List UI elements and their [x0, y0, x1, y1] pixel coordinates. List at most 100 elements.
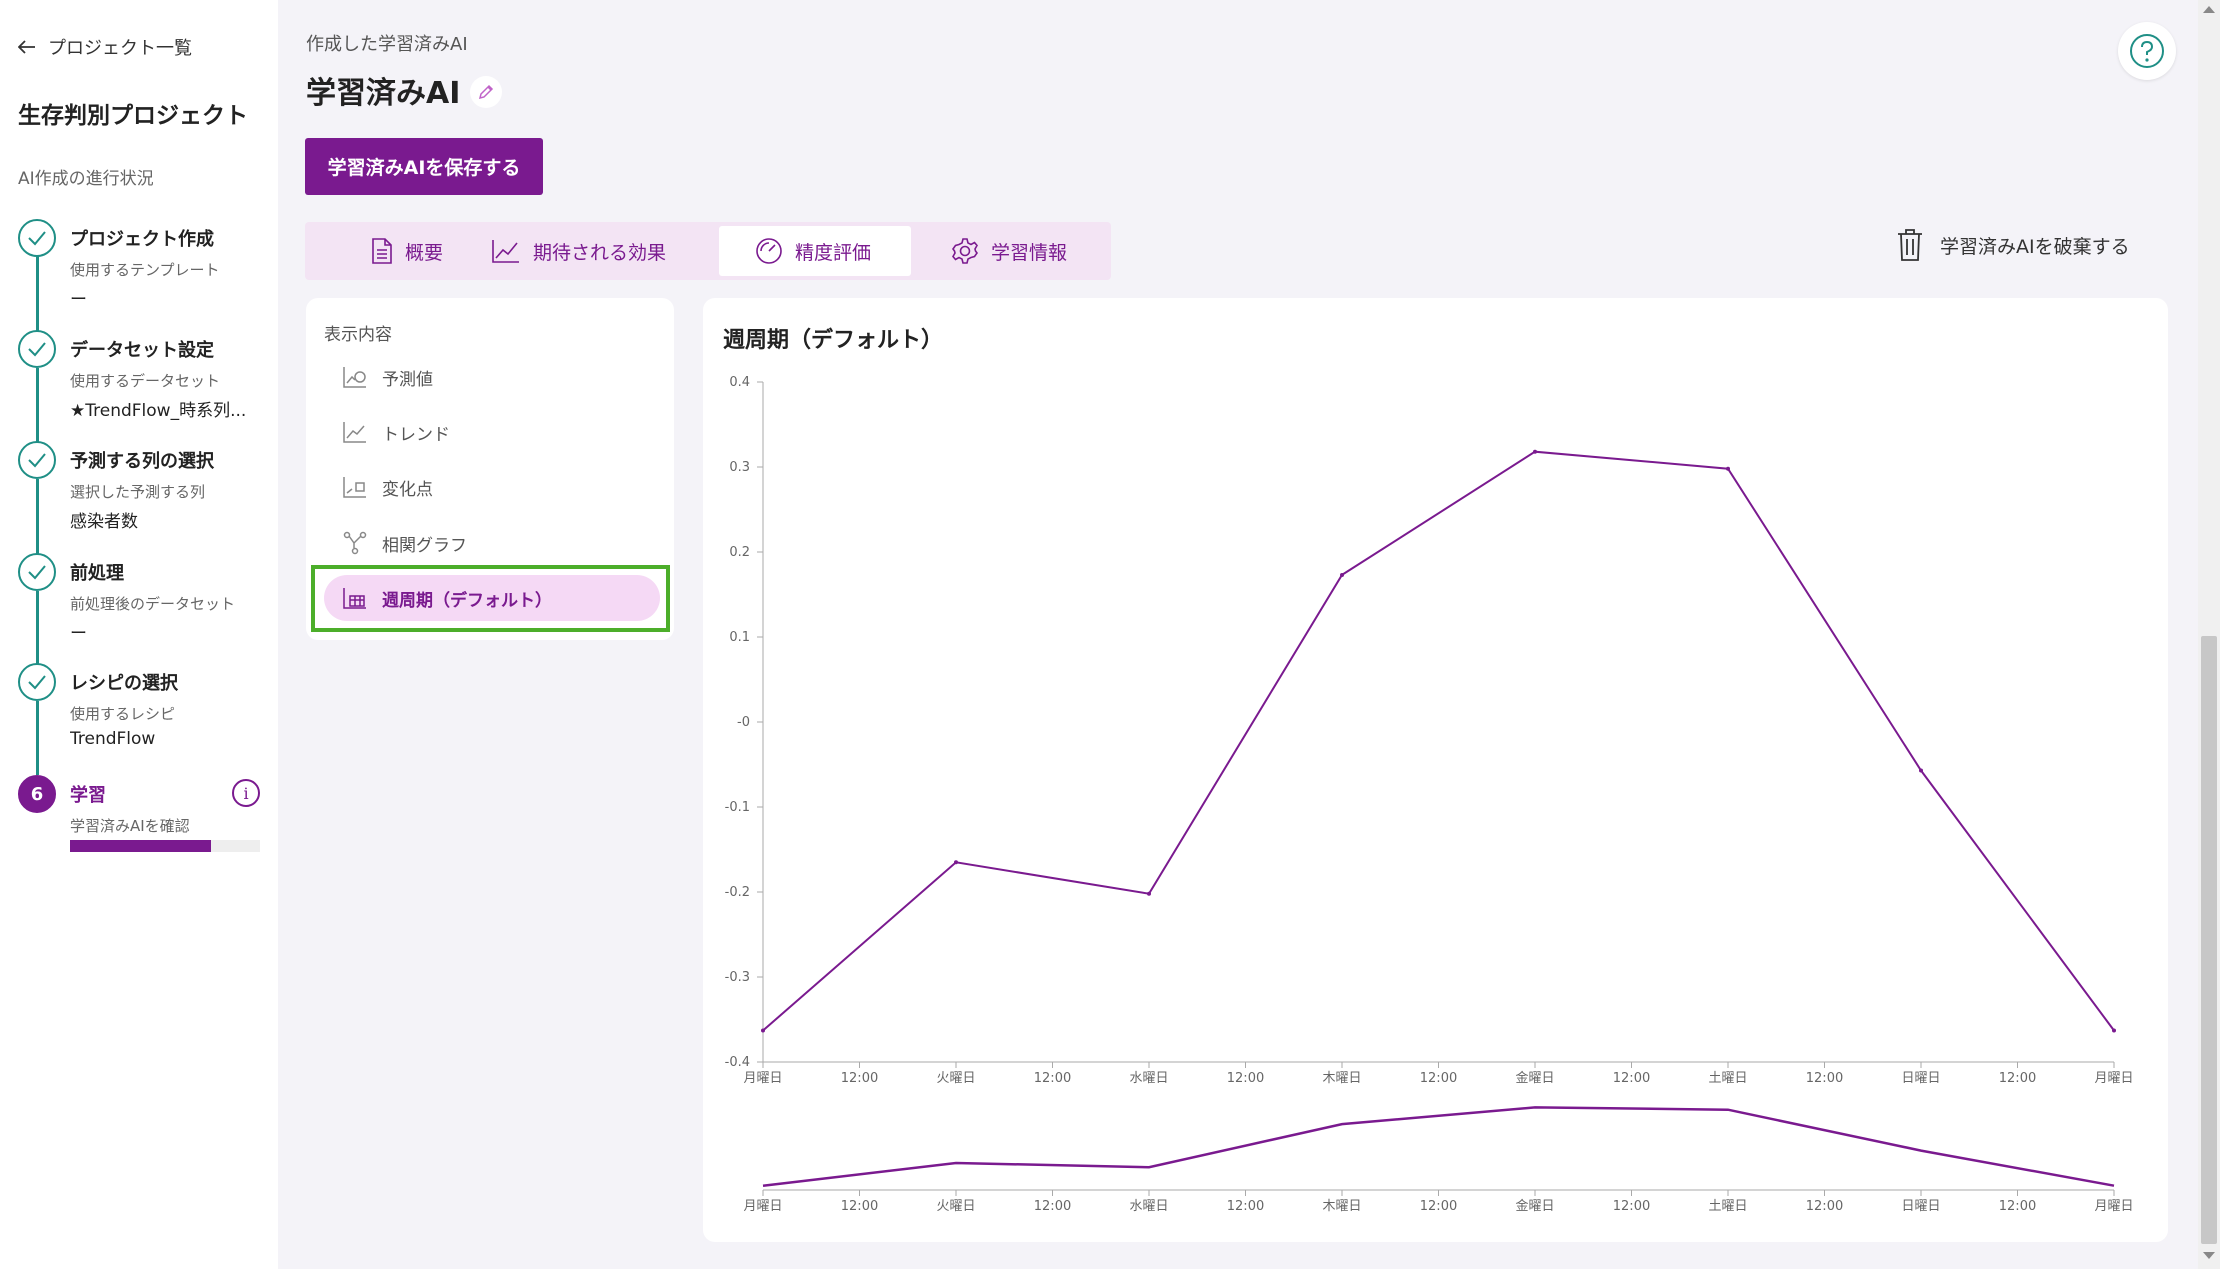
- data-point: [1340, 572, 1344, 577]
- option-label: 相関グラフ: [382, 535, 467, 556]
- selection-highlight-frame: [311, 565, 670, 632]
- option-change-points[interactable]: 変化点: [324, 464, 658, 510]
- x-tick-label: 12:00: [1227, 1071, 1264, 1086]
- x-tick-label-overview: 月曜日: [743, 1199, 782, 1214]
- data-point: [1919, 768, 1923, 773]
- step-project-creation[interactable]: プロジェクト作成 使用するテンプレート ー: [18, 219, 263, 319]
- gear-icon: [952, 238, 978, 264]
- y-tick-label: 0.4: [729, 375, 750, 390]
- help-icon: [2130, 34, 2164, 68]
- x-tick-label: 土曜日: [1708, 1071, 1747, 1086]
- step-training[interactable]: 6 学習 i 学習済みAIを確認: [18, 775, 263, 865]
- x-tick-label: 水曜日: [1129, 1071, 1168, 1086]
- prediction-chart-icon: [343, 367, 366, 388]
- x-tick-label: 12:00: [841, 1071, 878, 1086]
- tab-training-info[interactable]: 学習情報: [911, 226, 1107, 276]
- tab-overview[interactable]: 概要: [309, 226, 479, 276]
- x-tick-label-overview: 12:00: [1613, 1199, 1650, 1214]
- x-tick-label: 日曜日: [1901, 1071, 1940, 1086]
- step-subtitle: 前処理後のデータセット: [70, 595, 236, 613]
- scroll-thumb[interactable]: [2201, 636, 2217, 1244]
- x-tick-label: 12:00: [1806, 1071, 1843, 1086]
- weekly-cycle-chart: 0.40.30.20.1-0-0.1-0.2-0.3-0.4月曜日 12:00 火曜…: [725, 375, 2134, 1214]
- trend-chart-icon: [343, 422, 366, 443]
- display-options-heading: 表示内容: [324, 325, 392, 345]
- gauge-icon: [756, 238, 782, 264]
- overview-series-line: [762, 1106, 2115, 1187]
- help-button[interactable]: [2118, 22, 2176, 80]
- breadcrumb: 作成した学習済みAI: [306, 34, 468, 55]
- x-tick-label-overview: 12:00: [841, 1199, 878, 1214]
- x-tick-label-overview: 12:00: [1227, 1199, 1264, 1214]
- scroll-down-icon[interactable]: [2203, 1252, 2215, 1259]
- line-chart-icon: [492, 240, 519, 263]
- y-tick-label: -0: [737, 715, 750, 730]
- step-target-column[interactable]: 予測する列の選択 選択した予測する列 感染者数: [18, 441, 263, 541]
- x-tick-label: 木曜日: [1322, 1071, 1361, 1086]
- x-tick-label-overview: 金曜日: [1515, 1198, 1554, 1214]
- arrow-left-icon: [18, 40, 35, 54]
- tab-label: 精度評価: [795, 241, 872, 264]
- x-tick-label: 月曜日: [743, 1071, 782, 1086]
- save-trained-ai-button[interactable]: 学習済みAIを保存する: [305, 138, 543, 195]
- step-title: データセット設定: [70, 340, 214, 361]
- step-title: レシピの選択: [70, 673, 178, 694]
- step-dataset-settings[interactable]: データセット設定 使用するデータセット ★TrendFlow_時系列...: [18, 330, 263, 430]
- option-correlation-graph[interactable]: 相関グラフ: [324, 520, 658, 566]
- step-title: 前処理: [70, 563, 124, 584]
- tab-expected-effects[interactable]: 期待される効果: [479, 226, 679, 276]
- step-preprocessing[interactable]: 前処理 前処理後のデータセット ー: [18, 553, 263, 653]
- x-tick-label: 12:00: [1034, 1071, 1071, 1086]
- back-to-project-list-link[interactable]: プロジェクト一覧: [18, 34, 192, 60]
- discard-trained-ai-button[interactable]: 学習済みAIを破棄する: [1896, 228, 2130, 262]
- step-subtitle: 使用するレシピ: [70, 705, 176, 723]
- option-label: 変化点: [382, 479, 433, 500]
- x-tick-label: 火曜日: [936, 1071, 975, 1086]
- data-point: [2112, 1028, 2116, 1033]
- step-recipe-selection[interactable]: レシピの選択 使用するレシピ TrendFlow: [18, 663, 263, 763]
- option-label: トレンド: [382, 424, 450, 445]
- check-icon: [18, 553, 56, 591]
- step-value: ★TrendFlow_時系列...: [70, 401, 247, 421]
- x-tick-label-overview: 12:00: [1806, 1199, 1843, 1214]
- check-icon: [18, 663, 56, 701]
- x-tick-label-overview: 12:00: [1420, 1199, 1457, 1214]
- y-tick-label: -0.4: [725, 1055, 750, 1070]
- series-line: [762, 450, 2115, 1032]
- step-title: 学習: [70, 785, 106, 806]
- page-title: 学習済みAI: [306, 76, 461, 111]
- step-value: 感染者数: [70, 512, 138, 532]
- project-name: 生存判別プロジェクト: [18, 103, 248, 129]
- info-icon[interactable]: i: [232, 779, 260, 807]
- option-trend[interactable]: トレンド: [324, 409, 658, 455]
- x-tick-label: 12:00: [1420, 1071, 1457, 1086]
- y-tick-label: -0.1: [725, 800, 750, 815]
- x-tick-label-overview: 12:00: [1999, 1199, 2036, 1214]
- x-tick-label-overview: 月曜日: [2094, 1199, 2133, 1214]
- scroll-up-icon[interactable]: [2203, 6, 2215, 13]
- change-point-chart-icon: [343, 477, 366, 498]
- x-tick-label: 金曜日: [1515, 1070, 1554, 1086]
- edit-title-button[interactable]: [470, 76, 502, 108]
- data-point: [1147, 891, 1151, 896]
- tab-accuracy-evaluation[interactable]: 精度評価: [719, 226, 911, 276]
- back-link-label: プロジェクト一覧: [48, 38, 192, 59]
- tab-label: 期待される効果: [533, 241, 667, 264]
- y-tick-label: 0.2: [729, 545, 750, 560]
- check-icon: [18, 330, 56, 368]
- step-title: プロジェクト作成: [70, 229, 214, 250]
- tab-label: 学習情報: [991, 241, 1068, 264]
- vertical-scrollbar[interactable]: [2198, 0, 2220, 1269]
- x-tick-label: 12:00: [1999, 1071, 2036, 1086]
- check-icon: [18, 441, 56, 479]
- x-tick-label-overview: 土曜日: [1708, 1199, 1747, 1214]
- tab-label: 概要: [405, 241, 444, 264]
- step-value: ー: [70, 290, 87, 310]
- option-label: 予測値: [382, 369, 433, 390]
- training-progress-bar: [70, 840, 260, 852]
- option-predicted-values[interactable]: 予測値: [324, 354, 658, 400]
- document-icon: [372, 238, 392, 264]
- step-subtitle: 使用するテンプレート: [70, 261, 220, 279]
- step-value: ー: [70, 624, 87, 644]
- x-tick-label-overview: 火曜日: [936, 1199, 975, 1214]
